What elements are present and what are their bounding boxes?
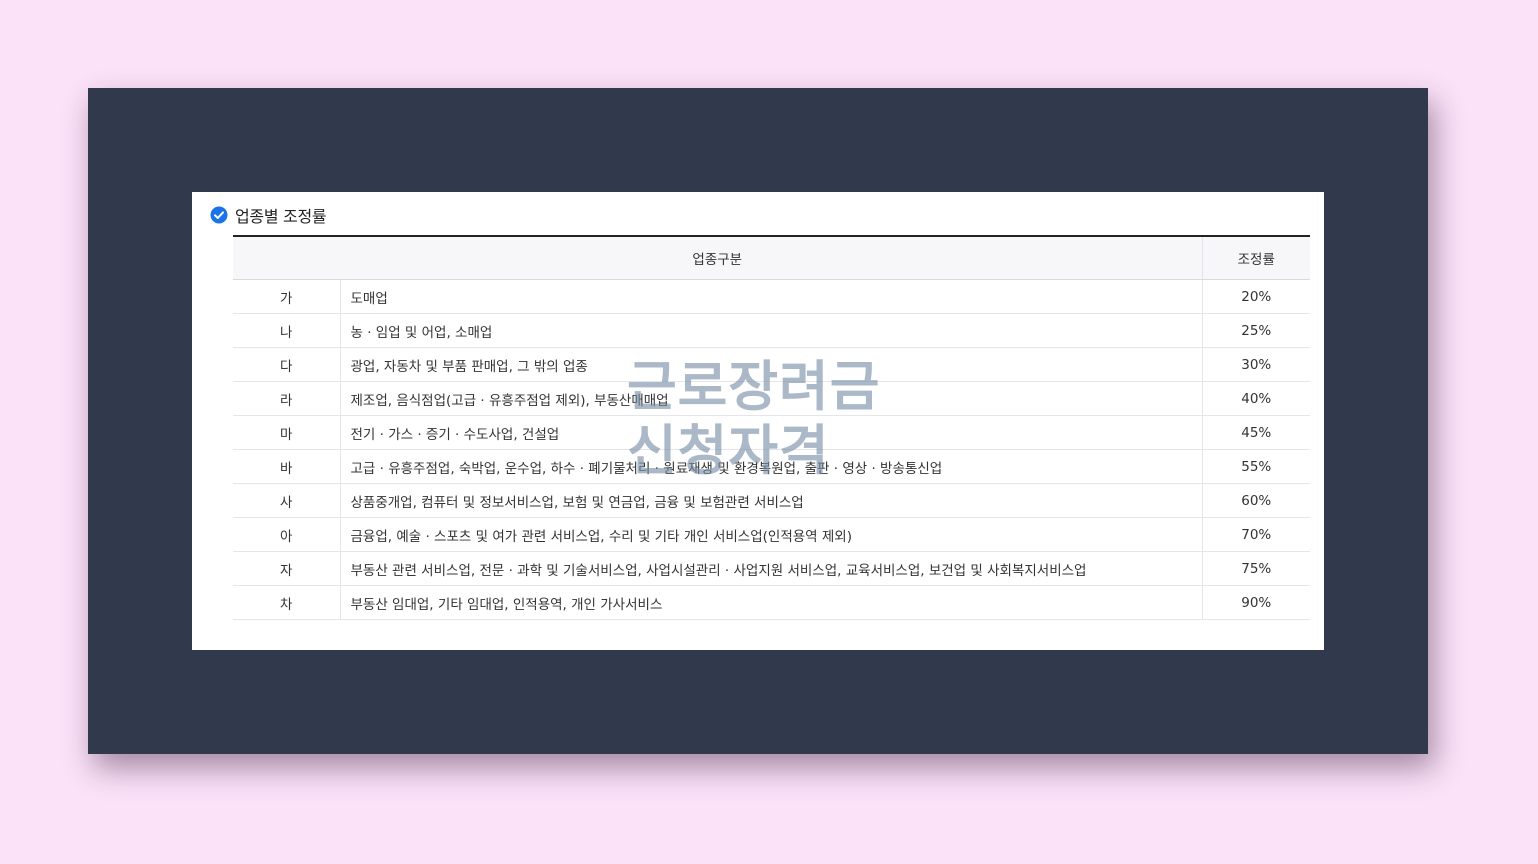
header-category: 업종구분 bbox=[233, 235, 1202, 280]
header-rate: 조정률 bbox=[1201, 235, 1310, 280]
row-industry: 금융업, 예술 · 스포츠 및 여가 관련 서비스업, 수리 및 기타 개인 서… bbox=[340, 517, 1202, 552]
row-rate: 75% bbox=[1201, 551, 1310, 586]
row-industry: 상품중개업, 컴퓨터 및 정보서비스업, 보험 및 연금업, 금융 및 보험관련… bbox=[340, 483, 1202, 518]
rates-table: 업종구분 조정률 가 도매업 20% 나 농 · 임업 및 어업, 소매업 25% 다 광업,… bbox=[233, 235, 1310, 620]
row-industry: 부동산 관련 서비스업, 전문 · 과학 및 기술서비스업, 사업시설관리 · … bbox=[340, 551, 1202, 586]
row-code: 라 bbox=[233, 381, 341, 416]
row-rate: 25% bbox=[1201, 313, 1310, 348]
row-industry: 전기 · 가스 · 증기 · 수도사업, 건설업 bbox=[340, 415, 1202, 450]
row-rate: 55% bbox=[1201, 449, 1310, 484]
row-code: 가 bbox=[233, 279, 341, 314]
row-code: 아 bbox=[233, 517, 341, 552]
table-row: 바 고급 · 유흥주점업, 숙박업, 운수업, 하수 · 폐기물처리 · 원료재생… bbox=[233, 449, 1310, 484]
row-code: 다 bbox=[233, 347, 341, 382]
row-industry: 농 · 임업 및 어업, 소매업 bbox=[340, 313, 1202, 348]
table-row: 마 전기 · 가스 · 증기 · 수도사업, 건설업 45% bbox=[233, 415, 1310, 450]
section-title: 업종별 조정률 bbox=[235, 207, 327, 226]
check-circle-icon bbox=[210, 206, 228, 224]
row-rate: 30% bbox=[1201, 347, 1310, 382]
row-industry: 부동산 임대업, 기타 임대업, 인적용역, 개인 가사서비스 bbox=[340, 585, 1202, 620]
row-code: 나 bbox=[233, 313, 341, 348]
row-code: 마 bbox=[233, 415, 341, 450]
table-row: 사 상품중개업, 컴퓨터 및 정보서비스업, 보험 및 연금업, 금융 및 보험관… bbox=[233, 483, 1310, 518]
table-row: 아 금융업, 예술 · 스포츠 및 여가 관련 서비스업, 수리 및 기타 개인 … bbox=[233, 517, 1310, 552]
row-rate: 60% bbox=[1201, 483, 1310, 518]
row-industry: 고급 · 유흥주점업, 숙박업, 운수업, 하수 · 폐기물처리 · 원료재생 … bbox=[340, 449, 1202, 484]
table-row: 나농 · 임업 및 어업, 소매업 25% bbox=[233, 313, 1310, 348]
row-industry: 광업, 자동차 및 부품 판매업, 그 밖의 업종 bbox=[340, 347, 1202, 382]
table-row: 차 부동산 임대업, 기타 임대업, 인적용역, 개인 가사서비스 90% bbox=[233, 585, 1310, 620]
content-panel: 업종별 조정률 업종구분 조정률 가 도매업 20% 나 농 · 임업 및 어업, 소매… bbox=[192, 192, 1324, 650]
row-rate: 45% bbox=[1201, 415, 1310, 450]
row-rate: 90% bbox=[1201, 585, 1310, 620]
row-rate: 70% bbox=[1201, 517, 1310, 552]
section-header: 업종별 조정률 bbox=[210, 204, 327, 226]
row-industry: 도매업 bbox=[340, 279, 1202, 314]
row-rate: 20% bbox=[1201, 279, 1310, 314]
row-code: 사 bbox=[233, 483, 341, 518]
row-code: 자 bbox=[233, 551, 341, 586]
table-row: 자 부동산 관련 서비스업, 전문 · 과학 및 기술서비스업, 사업시설관리 ·… bbox=[233, 551, 1310, 586]
row-rate: 40% bbox=[1201, 381, 1310, 416]
row-industry: 제조업, 음식점업(고급 · 유흥주점업 제외), 부동산매매업 bbox=[340, 381, 1202, 416]
row-code: 차 bbox=[233, 585, 341, 620]
table-header-row: 업종구분 조정률 bbox=[233, 235, 1310, 280]
table-row: 다 광업, 자동차 및 부품 판매업, 그 밖의 업종 30% bbox=[233, 347, 1310, 382]
table-row: 가 도매업 20% bbox=[233, 279, 1310, 314]
table-row: 라 제조업, 음식점업(고급 · 유흥주점업 제외), 부동산매매업 40% bbox=[233, 381, 1310, 416]
row-code: 바 bbox=[233, 449, 341, 484]
table-body: 가 도매업 20% 나 농 · 임업 및 어업, 소매업 25% 다 광업, 자동차 및 부품… bbox=[233, 279, 1310, 620]
